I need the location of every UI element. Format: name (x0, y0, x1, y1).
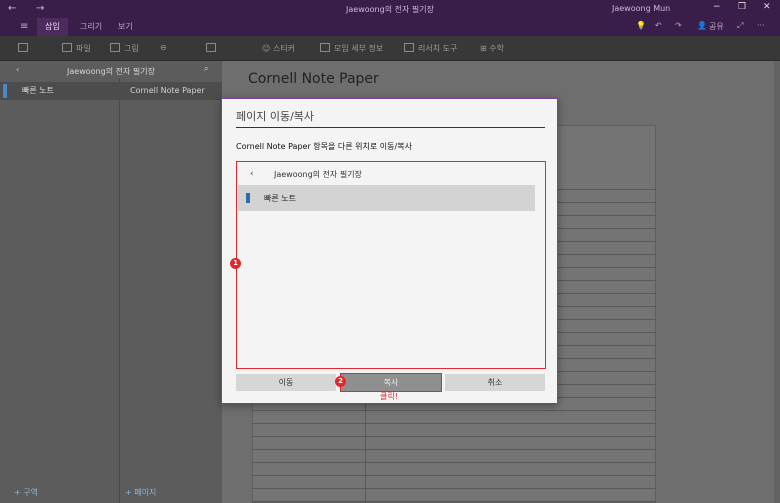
expand-icon[interactable]: ⤢ (737, 21, 743, 31)
search-icon[interactable]: ⌕ (204, 64, 208, 74)
maximize-icon[interactable]: ❐ (738, 2, 746, 12)
lightbulb-icon[interactable]: 💡 (636, 21, 646, 30)
picker-notebook-title: Jaewoong의 전자 필기장 (274, 170, 362, 179)
dialog-title: 페이지 이동/복사 (236, 110, 315, 123)
sticker-icon: ☺ (262, 44, 273, 53)
add-section-button[interactable]: + 구역 (14, 487, 38, 498)
tab-view[interactable]: 보기 (118, 18, 133, 36)
meeting-details-button[interactable]: 모임 세부 정보 (320, 43, 383, 54)
picker-section-quick-notes[interactable]: 빠른 노트 (238, 185, 535, 211)
insert-toolbar: 파일 그림 ⊖ ☺ 스티커 모임 세부 정보 리서치 도구 ⊞ 수학 (0, 36, 780, 61)
minimize-icon[interactable]: − (713, 2, 721, 12)
page-title[interactable]: Cornell Note Paper (248, 71, 379, 87)
notebook-header: ‹ Jaewoong의 전자 필기장 ⌕ (0, 61, 222, 79)
table-icon[interactable] (18, 43, 32, 53)
picture-button[interactable]: 그림 (110, 43, 139, 54)
math-button[interactable]: ⊞ 수학 (480, 43, 504, 54)
link-icon[interactable]: ⊖ (160, 43, 167, 52)
share-label[interactable]: 공유 (709, 21, 724, 32)
cancel-button[interactable]: 취소 (445, 374, 545, 391)
ribbon-tabs: ≡ 삽입 그리기 보기 💡 ↶ ↷ 👤 공유 ⤢ ··· (0, 18, 780, 36)
audio-icon[interactable] (206, 43, 220, 53)
copy-button[interactable]: 복사 (340, 373, 442, 392)
section-color-bar (246, 193, 250, 203)
add-page-button[interactable]: + 페이지 (125, 487, 156, 498)
research-icon (404, 43, 414, 52)
research-label: 리서치 도구 (418, 44, 458, 53)
title-bar: ← → Jaewoong의 전자 필기장 Jaewoong Mun − ❐ ✕ (0, 0, 780, 18)
user-name[interactable]: Jaewoong Mun (612, 4, 670, 13)
redo-icon[interactable]: ↷ (675, 21, 682, 30)
notebook-title[interactable]: Jaewoong의 전자 필기장 (0, 66, 222, 77)
share-icon[interactable]: 👤 (697, 21, 707, 30)
onenote-window: ← → Jaewoong의 전자 필기장 Jaewoong Mun − ❐ ✕ … (0, 0, 780, 503)
section-color-bar (3, 84, 7, 98)
page-item-cornell[interactable]: Cornell Note Paper (120, 82, 222, 100)
tab-insert[interactable]: 삽입 (37, 18, 68, 36)
picture-icon (110, 43, 120, 52)
picker-section-label: 빠른 노트 (264, 194, 296, 203)
vertical-scrollbar[interactable] (774, 61, 780, 503)
annotation-click-label: 클릭! (380, 392, 398, 401)
picture-label: 그림 (124, 44, 139, 53)
undo-icon[interactable]: ↶ (655, 21, 662, 30)
file-label: 파일 (76, 44, 91, 53)
sticker-label: 스티커 (272, 44, 295, 53)
section-label: 빠른 노트 (22, 86, 54, 95)
file-button[interactable]: 파일 (62, 43, 91, 54)
picker-back-icon[interactable]: ‹ (250, 169, 254, 179)
annotation-badge-1: 1 (230, 258, 241, 269)
more-icon[interactable]: ··· (757, 21, 765, 30)
sticker-button[interactable]: ☺ 스티커 (262, 43, 295, 54)
sections-pane (0, 61, 120, 503)
annotation-badge-2: 2 (335, 376, 346, 387)
location-picker[interactable]: ‹ Jaewoong의 전자 필기장 빠른 노트 (236, 161, 546, 369)
move-button[interactable]: 이동 (236, 374, 336, 391)
research-button[interactable]: 리서치 도구 (404, 43, 457, 54)
tab-draw[interactable]: 그리기 (80, 18, 102, 36)
math-icon: ⊞ (480, 44, 490, 53)
pages-pane (120, 61, 222, 503)
dialog-title-divider (236, 127, 545, 128)
calendar-icon (320, 43, 330, 52)
file-icon (62, 43, 72, 52)
hamburger-menu-icon[interactable]: ≡ (20, 18, 28, 36)
meeting-details-label: 모임 세부 정보 (334, 44, 384, 53)
math-label: 수학 (489, 44, 504, 53)
section-item-quick-notes[interactable]: 빠른 노트 (0, 82, 120, 100)
move-copy-dialog: 페이지 이동/복사 Cornell Note Paper 항목을 다른 위치로 … (221, 98, 558, 404)
close-icon[interactable]: ✕ (763, 2, 771, 12)
dialog-description: Cornell Note Paper 항목을 다른 위치로 이동/복사 (236, 142, 412, 151)
